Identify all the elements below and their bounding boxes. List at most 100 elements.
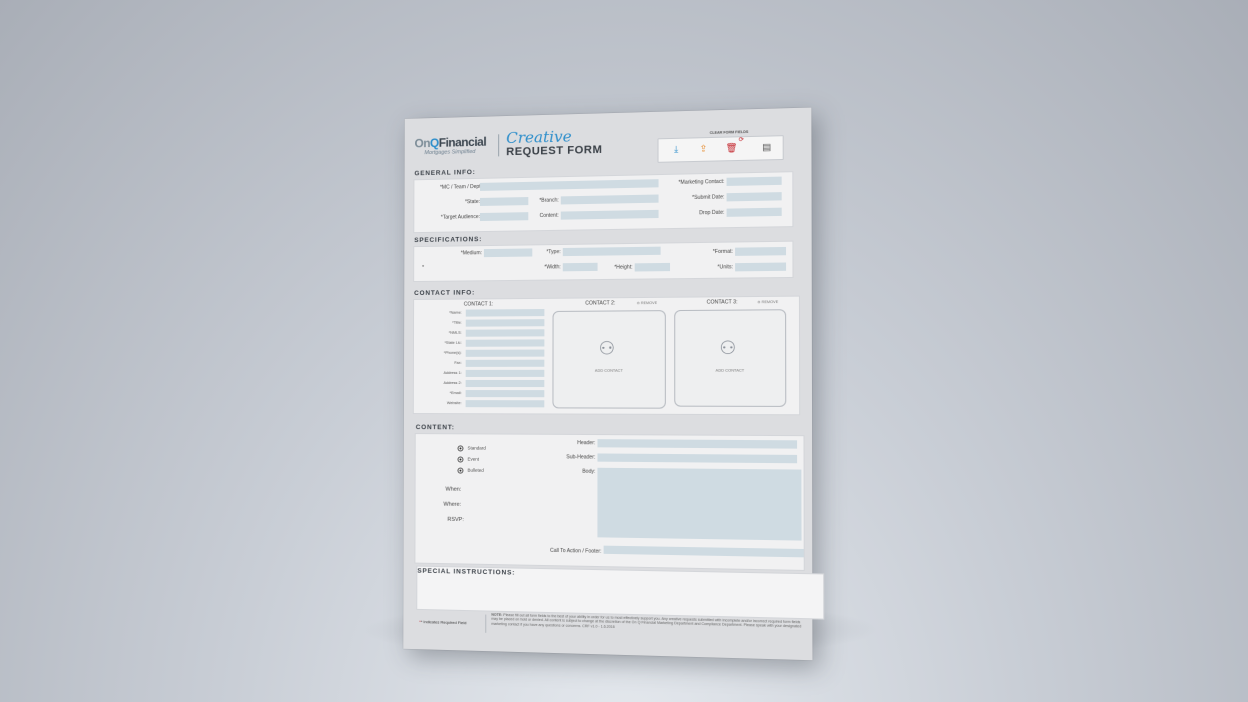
medium-label: *Medium: [461,250,482,256]
subheader-label: Sub-Header: [566,454,595,460]
contact-address2-label: Address 2: [426,381,462,385]
submit-date-input[interactable] [727,192,782,201]
logo-on-text: On [414,136,430,150]
mc-team-dept-input[interactable] [480,179,659,191]
radio-dot-icon [457,468,463,474]
required-note-text: * Indicates Required Field [421,619,467,625]
contact-2-remove-button[interactable]: ⊖ REMOVE [637,301,657,305]
contact-1-title: CONTACT 1: [464,301,493,307]
radio-standard-label: Standard [468,446,486,451]
logo-q-text: Q [430,136,439,150]
width-input[interactable] [563,263,598,272]
when-label: When: [445,487,461,493]
contact-nmls-label: *NMLS: [426,331,462,335]
contact-info-panel: CONTACT 1: *Name: *Title: *NMLS: *State … [413,296,800,416]
contact-name-label: *Name: [426,311,462,315]
contact-website-label: Website: [426,401,462,405]
content-label: Content: [540,213,559,219]
content-title: CONTENT: [416,424,455,431]
contact-email-label: *Email: [426,391,462,395]
contact-website-input[interactable] [466,400,545,407]
add-user-icon: ⚇ [719,337,736,359]
form-toolbar: ⤓ ⇪ 🗑 ⟳ ▤ [657,135,783,163]
where-label: Where: [443,502,461,508]
body-textarea[interactable] [597,468,801,541]
upload-icon[interactable]: ⇪ [698,143,708,154]
form-title: REQUEST FORM [506,144,602,158]
contact-address1-input[interactable] [466,370,545,377]
body-label: Body: [582,469,595,475]
logo-financial-text: Financial [439,135,486,150]
spec-star: * [422,265,424,271]
form-sheet: OnQFinancial Mortgages Simplified Creati… [403,108,812,661]
marketing-contact-input[interactable] [727,177,782,186]
mc-label: *MC / Team / Dept: [440,184,482,191]
general-info-title: GENERAL INFO: [414,169,475,177]
contact-3-remove-button[interactable]: ⊖ REMOVE [757,300,778,304]
radio-bulleted[interactable]: Bulleted [457,468,483,474]
contact-3-title: CONTACT 3: [707,299,738,305]
contact-2-title: CONTACT 2: [585,300,615,306]
rsvp-label: RSVP: [447,517,464,523]
add-user-icon: ⚇ [599,338,616,359]
target-audience-input[interactable] [480,212,528,221]
content-input[interactable] [561,210,659,220]
logo-tagline: Mortgages Simplified [424,149,475,156]
radio-event-label: Event [467,457,479,462]
radio-bulleted-label: Bulleted [467,468,483,473]
type-input[interactable] [563,247,661,256]
contact-info-title: CONTACT INFO: [414,289,475,297]
add-contact-2-label: ADD CONTACT [553,369,664,373]
contact-state-lic-label: *State Lic: [426,341,462,345]
add-contact-3-label: ADD CONTACT [675,368,785,372]
trash-icon[interactable]: 🗑 [725,143,736,154]
cta-footer-input[interactable] [604,546,804,558]
units-input[interactable] [735,263,786,272]
download-icon[interactable]: ⤓ [671,144,681,154]
add-contact-2-card[interactable]: ⚇ ADD CONTACT [552,310,665,409]
contact-title-input[interactable] [466,319,545,327]
contact-state-lic-input[interactable] [466,339,545,346]
contact-phone-label: *Phone(s): [426,351,462,355]
specifications-panel: *Medium: *Type: *Format: * *Width: *Heig… [413,241,793,282]
type-label: *Type: [546,249,560,255]
header-label: Header: [577,440,595,446]
format-label: *Format: [713,249,733,255]
specifications-title: SPECIFICATIONS: [414,236,482,244]
height-input[interactable] [635,263,670,272]
subheader-input[interactable] [597,453,797,463]
state-label: *State: [465,199,480,205]
refresh-icon[interactable]: ⟳ [736,135,747,146]
drop-date-input[interactable] [727,208,782,217]
header-input[interactable] [597,439,797,449]
cta-footer-label: Call To Action / Footer: [550,548,602,555]
radio-standard[interactable]: Standard [457,445,485,451]
contact-name-input[interactable] [466,309,545,317]
contact-email-input[interactable] [466,390,545,397]
state-input[interactable] [480,197,528,206]
width-label: *Width: [544,264,560,270]
contact-nmls-input[interactable] [466,329,545,336]
branch-label: *Branch: [539,197,559,203]
contact-fax-label: Fax: [426,361,462,365]
format-input[interactable] [735,247,786,256]
units-label: *Units: [717,264,733,270]
contact-fax-input[interactable] [466,360,545,367]
contact-title-label: *Title: [426,321,462,325]
medium-input[interactable] [484,248,532,257]
contact-address1-label: Address 1: [426,371,462,375]
general-info-panel: *MC / Team / Dept: *State: *Branch: *Tar… [413,171,793,233]
marketing-contact-label: *Marketing Contact: [678,179,724,186]
radio-event[interactable]: Event [457,456,479,462]
footer-divider [485,615,486,633]
contact-phone-input[interactable] [466,350,545,357]
submit-date-label: *Submit Date: [692,194,724,201]
document-icon[interactable]: ▤ [761,142,772,153]
logo-divider [498,134,499,156]
required-field-note: ** Indicates Required Field [419,619,466,625]
branch-input[interactable] [561,194,659,204]
height-label: *Height: [614,264,632,270]
contact-address2-input[interactable] [466,380,545,387]
drop-date-label: Drop Date: [699,210,724,217]
add-contact-3-card[interactable]: ⚇ ADD CONTACT [674,309,786,407]
